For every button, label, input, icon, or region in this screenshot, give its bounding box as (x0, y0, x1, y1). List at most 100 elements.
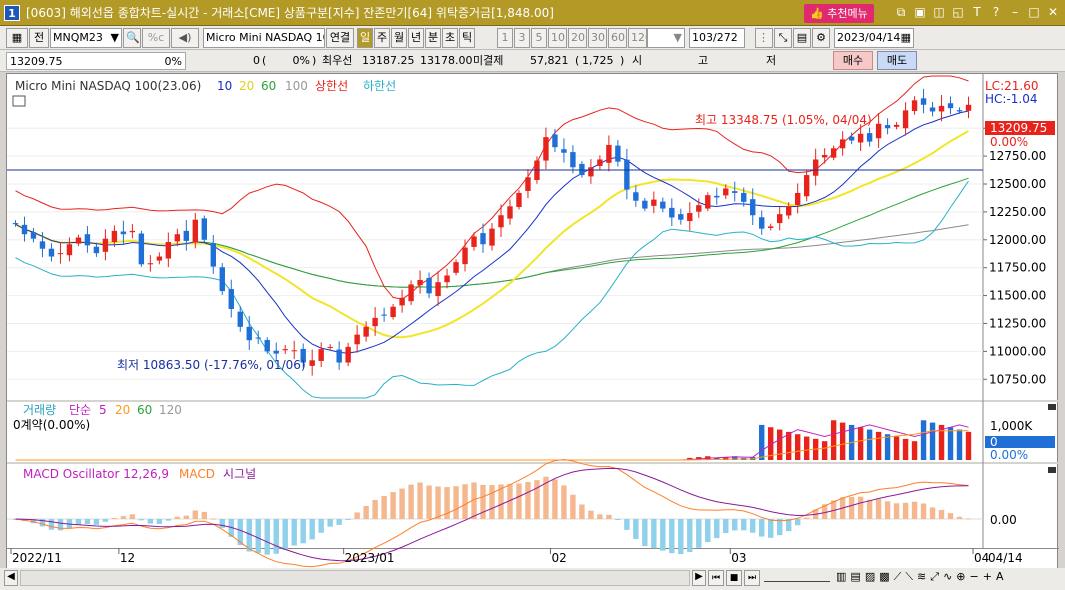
scroll-right-icon[interactable]: ▶ (692, 570, 706, 586)
macd-oscillator-bar (300, 519, 306, 544)
y-tick-label: 12500.00 (989, 177, 1046, 191)
candle-body (642, 200, 648, 209)
candle-body (291, 350, 297, 352)
save-icon[interactable]: ▤ (793, 28, 811, 48)
volume-bar (947, 427, 954, 460)
interval-button[interactable]: 120 (628, 28, 647, 48)
interval-button[interactable]: 30 (588, 28, 607, 48)
macd-oscillator-bar (219, 519, 225, 528)
help-icon[interactable]: ? (988, 4, 1004, 20)
fib-icon[interactable]: ≋ (917, 570, 926, 584)
candle-body (327, 346, 333, 348)
draw-line-icon[interactable]: ⟋ (894, 570, 902, 584)
zoom-slider[interactable] (764, 574, 830, 582)
macd-oscillator-legend: MACD Oscillator 12,26,9 (23, 467, 169, 481)
open-interest-label: 미결제 (473, 54, 504, 67)
line-type-icon[interactable]: ▨ (865, 570, 875, 584)
period-tab[interactable]: 년 (408, 28, 424, 48)
candle-body (812, 159, 819, 176)
macd-oscillator-bar (624, 519, 630, 530)
volume-legend-type: 단순 (69, 403, 91, 417)
trend-icon[interactable]: ⟍ (905, 570, 913, 584)
gear-icon[interactable]: ⚙ (812, 28, 830, 48)
volume-y-label: 1,000K (990, 419, 1033, 433)
current-price: 13209.75 0% (6, 52, 186, 70)
scroll-lock-icon[interactable]: ⋮⋮ (755, 28, 773, 48)
interval-button[interactable]: 3 (514, 28, 530, 48)
bar-type-icon[interactable]: ▥ (836, 570, 846, 584)
zoom-in-icon[interactable]: ⊕ (956, 570, 965, 584)
volume-current-pct: 0.00% (990, 448, 1028, 462)
ma20-legend: 20 (239, 79, 254, 93)
fast-forward-icon[interactable]: ⏭ (744, 570, 760, 586)
close-icon[interactable]: ✕ (1045, 4, 1061, 20)
area-type-icon[interactable]: ▩ (879, 570, 889, 584)
sell-button[interactable]: 매도 (877, 51, 917, 70)
rewind-icon[interactable]: ⏮ (708, 570, 724, 586)
candle-body (588, 167, 594, 177)
display-count-field[interactable]: 103/272 (689, 28, 745, 48)
macd-oscillator-bar (893, 503, 900, 519)
candle-body (318, 349, 324, 361)
dropdown-arrow-icon[interactable]: ▼ (674, 29, 682, 47)
period-tab[interactable]: 월 (391, 28, 407, 48)
calendar-icon[interactable]: ▦ (901, 29, 911, 47)
period-tab[interactable]: 일 (357, 28, 373, 48)
stop-icon[interactable]: ■ (726, 570, 742, 586)
macd-panel-close-icon[interactable] (1048, 467, 1056, 473)
period-tab[interactable]: 초 (442, 28, 458, 48)
jeon-button[interactable]: 전 (29, 28, 49, 48)
font-size-icon[interactable]: A (996, 570, 1004, 584)
candle-body (507, 206, 513, 219)
sound-icon[interactable]: ◀) (171, 28, 199, 48)
chart-svg[interactable]: 13000.0012750.0012500.0012250.0012000.00… (7, 74, 1059, 570)
buy-button[interactable]: 매수 (833, 51, 873, 70)
macd-oscillator-bar (111, 517, 118, 519)
chart-area[interactable]: 13000.0012750.0012500.0012250.0012000.00… (6, 73, 1059, 570)
interval-button[interactable]: 1 (497, 28, 513, 48)
pattern-icon[interactable]: ∿ (943, 570, 952, 584)
interval-custom-input[interactable]: ▼ (647, 28, 685, 48)
font-icon[interactable]: T (969, 4, 985, 20)
link-toggle[interactable]: 연결 (326, 28, 354, 48)
candle-body (21, 224, 28, 235)
crosshair-icon[interactable]: ⤡ (774, 28, 792, 48)
chart-scrollbar[interactable] (20, 570, 690, 586)
interval-button[interactable]: 5 (531, 28, 547, 48)
zoom-out-icon[interactable]: − (970, 570, 979, 584)
scroll-left-icon[interactable]: ◀ (4, 570, 18, 586)
recommend-menu-button[interactable]: 👍 추천메뉴 (804, 4, 874, 23)
chart-settings-icon[interactable]: ▦ (6, 28, 28, 48)
link-icon[interactable]: ⧉ (893, 4, 909, 20)
dropdown-arrow-icon[interactable]: ▼ (111, 29, 119, 47)
volume-bar (956, 429, 963, 460)
translate-icon[interactable]: ◱ (950, 4, 966, 20)
ma60-legend: 60 (261, 79, 276, 93)
window-list-icon[interactable]: ▣ (912, 4, 928, 20)
candle-body (902, 110, 909, 129)
period-tab[interactable]: 틱 (459, 28, 475, 48)
macd-oscillator-bar (929, 507, 936, 519)
macd-oscillator-bar (884, 501, 891, 519)
macd-oscillator-bar (327, 519, 333, 527)
current-price-label: 13209.75 (990, 121, 1047, 135)
add-icon[interactable]: + (983, 570, 992, 584)
interval-button[interactable]: 20 (568, 28, 587, 48)
period-tab[interactable]: 주 (374, 28, 390, 48)
compare-icon[interactable]: %c (142, 28, 170, 48)
search-icon[interactable]: 🔍 (123, 28, 141, 48)
candle-body (687, 213, 693, 222)
interval-button[interactable]: 60 (608, 28, 627, 48)
date-input[interactable]: 2023/04/14 ▦ (834, 28, 914, 48)
maximize-icon[interactable]: □ (1026, 4, 1042, 20)
symbol-code-input[interactable]: MNQM23 ▼ (50, 28, 122, 48)
interval-button[interactable]: 10 (548, 28, 567, 48)
minimize-icon[interactable]: – (1007, 4, 1023, 20)
volume-panel-close-icon[interactable] (1048, 404, 1056, 410)
candle-body (875, 123, 882, 139)
cursor-icon[interactable]: ⤢ (930, 570, 939, 584)
candle-body (821, 154, 828, 158)
candle-type-icon[interactable]: ▤ (850, 570, 860, 584)
pin-icon[interactable]: ◫ (931, 4, 947, 20)
period-tab[interactable]: 분 (425, 28, 441, 48)
